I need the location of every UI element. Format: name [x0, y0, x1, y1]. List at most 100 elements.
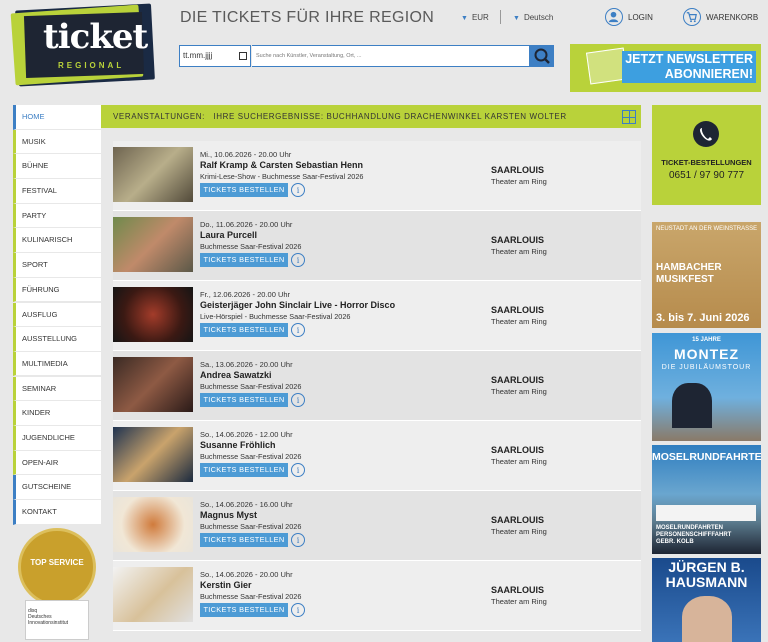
- event-city: SAARLOUIS: [491, 165, 545, 175]
- order-tickets-button[interactable]: TICKETS BESTELLEN: [200, 463, 288, 477]
- order-tickets-button[interactable]: TICKETS BESTELLEN: [200, 253, 288, 267]
- info-icon[interactable]: i: [291, 183, 305, 197]
- info-icon[interactable]: i: [291, 603, 305, 617]
- cart-icon: [683, 8, 701, 26]
- currency-value: EUR: [471, 13, 489, 22]
- hotline-label: TICKET-BESTELLUNGEN: [661, 158, 752, 167]
- seal-ribbon-line3: Innovationsinstitut: [28, 620, 69, 626]
- ad-mosel-line1: MOSELRUNDFAHRTEN: [656, 525, 723, 531]
- nav-item-sport[interactable]: SPORT: [13, 253, 101, 278]
- event-image[interactable]: [113, 147, 193, 202]
- info-icon[interactable]: i: [291, 253, 305, 267]
- user-icon: [605, 8, 623, 26]
- event-subtitle: Buchmesse Saar-Festival 2026: [200, 592, 302, 601]
- language-select[interactable]: ▼ Deutsch: [513, 13, 553, 22]
- event-image[interactable]: [113, 287, 193, 342]
- event-venue: Theater am Ring: [491, 527, 547, 536]
- order-tickets-button[interactable]: TICKETS BESTELLEN: [200, 393, 288, 407]
- event-venue: Theater am Ring: [491, 247, 547, 256]
- site-title: DIE TICKETS FÜR IHRE REGION: [180, 9, 435, 26]
- search-button[interactable]: [530, 45, 554, 67]
- nav-item-kinder[interactable]: KINDER: [13, 401, 101, 426]
- event-row: Do., 11.06.2026 - 20.00 Uhr Laura Purcel…: [113, 211, 641, 281]
- event-image[interactable]: [113, 427, 193, 482]
- ad-hambach-title2: MUSIKFEST: [656, 274, 714, 285]
- nav-item-party[interactable]: PARTY: [13, 203, 101, 229]
- grid-view-icon[interactable]: [622, 110, 636, 124]
- cart-link[interactable]: WARENKORB: [683, 8, 758, 26]
- info-icon[interactable]: i: [291, 533, 305, 547]
- search-icon: [534, 48, 550, 64]
- nav-item-home[interactable]: HOME: [13, 105, 101, 130]
- nav-item-musik[interactable]: MUSIK: [13, 129, 101, 155]
- newsletter-line2: ABONNIEREN!: [664, 67, 753, 81]
- order-tickets-button[interactable]: TICKETS BESTELLEN: [200, 603, 288, 617]
- event-date: So., 14.06.2026 - 20.00 Uhr: [200, 570, 293, 579]
- event-title[interactable]: Magnus Myst: [200, 510, 257, 520]
- chevron-down-icon: ▼: [461, 15, 468, 22]
- event-row: Fr., 12.06.2026 - 20.00 Uhr Geisterjäger…: [113, 281, 641, 351]
- info-icon[interactable]: i: [291, 393, 305, 407]
- event-image[interactable]: [113, 497, 193, 552]
- event-row: So., 14.06.2026 - 20.00 Uhr Kerstin Gier…: [113, 561, 641, 631]
- nav-item-jugendliche[interactable]: JUGENDLICHE: [13, 425, 101, 451]
- newsletter-line1: JETZT NEWSLETTER: [625, 52, 753, 66]
- event-image[interactable]: [113, 567, 193, 622]
- ad-montez-title: MONTEZ: [673, 346, 740, 362]
- nav-item-kulinarisch[interactable]: KULINARISCH: [13, 228, 101, 254]
- currency-select[interactable]: ▼ EUR: [461, 13, 489, 22]
- nav-item-ausflug[interactable]: AUSFLUG: [13, 302, 101, 328]
- seal-medal: [18, 528, 96, 606]
- calendar-icon[interactable]: [239, 52, 247, 60]
- nav-item-multimedia[interactable]: MULTIMEDIA: [13, 351, 101, 377]
- date-field[interactable]: tt.mm.jjjj: [179, 45, 251, 67]
- event-row: Mi., 10.06.2026 - 20.00 Uhr Ralf Kramp &…: [113, 141, 641, 211]
- nav-item-gutscheine[interactable]: GUTSCHEINE: [13, 475, 101, 500]
- ticket-regional-logo[interactable]: ticket REGIONAL: [10, 3, 155, 87]
- nav-item-festival[interactable]: FESTIVAL: [13, 179, 101, 204]
- nav-item-fuehrung[interactable]: FÜHRUNG: [13, 277, 101, 303]
- event-image[interactable]: [113, 217, 193, 272]
- event-venue: Theater am Ring: [491, 177, 547, 186]
- hambacher-musikfest-ad[interactable]: NEUSTADT AN DER WEINSTRASSE HAMBACHER MU…: [652, 222, 761, 328]
- login-label: LOGIN: [628, 12, 653, 22]
- nav-item-buehne[interactable]: BÜHNE: [13, 154, 101, 179]
- results-label: VERANSTALTUNGEN:: [113, 112, 205, 121]
- nav-item-kontakt[interactable]: KONTAKT: [13, 500, 101, 525]
- event-date: So., 14.06.2026 - 16.00 Uhr: [200, 500, 293, 509]
- event-venue: Theater am Ring: [491, 387, 547, 396]
- event-venue: Theater am Ring: [491, 597, 547, 606]
- info-icon[interactable]: i: [291, 463, 305, 477]
- info-icon[interactable]: i: [291, 323, 305, 337]
- results-heading: VERANSTALTUNGEN: IHRE SUCHERGEBNISSE: BU…: [101, 105, 641, 128]
- order-tickets-button[interactable]: TICKETS BESTELLEN: [200, 183, 288, 197]
- login-link[interactable]: LOGIN: [605, 8, 653, 26]
- event-title[interactable]: Susanne Fröhlich: [200, 440, 276, 450]
- order-tickets-button[interactable]: TICKETS BESTELLEN: [200, 533, 288, 547]
- event-image[interactable]: [113, 357, 193, 412]
- ship-image: [656, 505, 756, 521]
- ad-hambach-top: NEUSTADT AN DER WEINSTRASSE: [656, 226, 758, 232]
- event-title[interactable]: Andrea Sawatzki: [200, 370, 272, 380]
- ad-hambach-dates: 3. bis 7. Juni 2026: [656, 312, 750, 324]
- montez-ad[interactable]: 15 JAHRE MONTEZ DIE JUBILÄUMSTOUR: [652, 333, 761, 441]
- order-tickets-button[interactable]: TICKETS BESTELLEN: [200, 323, 288, 337]
- ticket-hotline-box[interactable]: TICKET-BESTELLUNGEN 0651 / 97 90 777: [652, 105, 761, 205]
- newsletter-text: JETZT NEWSLETTER ABONNIEREN!: [622, 51, 756, 83]
- event-title[interactable]: Ralf Kramp & Carsten Sebastian Henn: [200, 160, 363, 170]
- nav-item-ausstellung[interactable]: AUSSTELLUNG: [13, 327, 101, 352]
- event-title[interactable]: Kerstin Gier: [200, 580, 252, 590]
- event-subtitle: Buchmesse Saar-Festival 2026: [200, 382, 302, 391]
- juergen-hausmann-ad[interactable]: JÜRGEN B. HAUSMANN: [652, 558, 761, 642]
- event-list: Mi., 10.06.2026 - 20.00 Uhr Ralf Kramp &…: [113, 141, 641, 631]
- search-input[interactable]: Suche nach Künstler, Veranstaltung, Ort,…: [252, 45, 530, 67]
- event-title[interactable]: Laura Purcell: [200, 230, 257, 240]
- newsletter-banner[interactable]: JETZT NEWSLETTER ABONNIEREN!: [570, 44, 761, 92]
- results-text: IHRE SUCHERGEBNISSE: BUCHHANDLUNG DRACHE…: [213, 112, 567, 121]
- event-title[interactable]: Geisterjäger John Sinclair Live - Horror…: [200, 300, 395, 310]
- nav-item-open-air[interactable]: OPEN-AIR: [13, 450, 101, 476]
- nav-item-seminar[interactable]: SEMINAR: [13, 376, 101, 402]
- event-city: SAARLOUIS: [491, 445, 545, 455]
- moselrundfahrten-ad[interactable]: MOSELRUNDFAHRTEN MOSELRUNDFAHRTEN PERSON…: [652, 445, 761, 554]
- ad-montez-figure: [672, 383, 712, 428]
